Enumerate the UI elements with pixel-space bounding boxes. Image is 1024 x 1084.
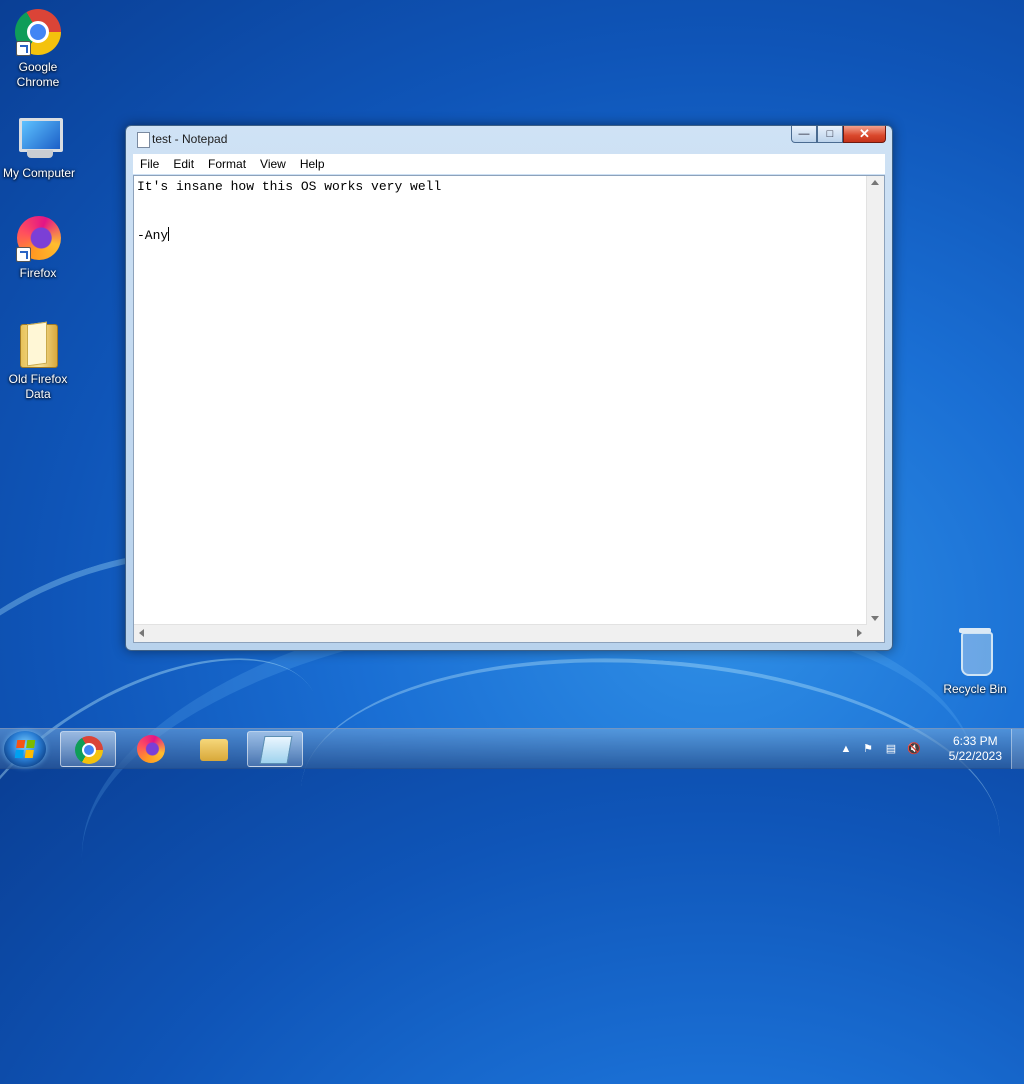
taskbar-file-explorer[interactable]: [186, 731, 242, 767]
taskbar: ▲ ⚑ ▤ 🔇 6:33 PM 5/22/2023: [0, 728, 1024, 769]
clock[interactable]: 6:33 PM 5/22/2023: [949, 734, 1002, 764]
window-titlebar[interactable]: test - Notepad — □ ✕: [126, 126, 892, 154]
desktop-icon-label: Recycle Bin: [943, 682, 1007, 696]
desktop-icon-my-computer[interactable]: My Computer: [0, 112, 79, 181]
computer-icon: [13, 112, 65, 164]
text-caret: [168, 227, 170, 241]
show-desktop-button[interactable]: [1011, 729, 1024, 769]
shortcut-arrow-icon: [16, 41, 31, 56]
horizontal-scrollbar[interactable]: [134, 624, 867, 642]
menu-format[interactable]: Format: [201, 157, 253, 171]
notepad-icon: [259, 736, 293, 764]
taskbar-firefox[interactable]: [123, 731, 179, 767]
folder-icon: [200, 739, 228, 761]
scroll-left-arrow-icon[interactable]: [139, 629, 144, 637]
desktop-icon-label: My Computer: [2, 166, 76, 180]
desktop-icon-label: Old Firefox Data: [8, 372, 68, 401]
text-area[interactable]: It's insane how this OS works very well …: [134, 176, 867, 625]
desktop-icon-recycle-bin[interactable]: Recycle Bin: [935, 628, 1015, 697]
maximize-icon: □: [826, 128, 834, 140]
text-line-2: -Any: [137, 228, 169, 243]
firefox-icon: [137, 735, 165, 763]
start-button[interactable]: [4, 731, 46, 767]
window-title: test - Notepad: [152, 132, 228, 146]
firefox-icon: [12, 212, 64, 264]
menu-help[interactable]: Help: [293, 157, 332, 171]
desktop-icon-firefox[interactable]: Firefox: [0, 212, 78, 281]
chrome-icon: [75, 736, 103, 764]
minimize-icon: —: [798, 128, 810, 140]
notepad-icon: [137, 132, 150, 148]
taskbar-notepad[interactable]: [247, 731, 303, 767]
network-icon[interactable]: ▤: [883, 741, 899, 757]
maximize-button[interactable]: □: [817, 126, 843, 143]
scroll-up-arrow-icon[interactable]: [871, 180, 879, 185]
scroll-down-arrow-icon[interactable]: [871, 616, 879, 621]
clock-date: 5/22/2023: [948, 749, 1002, 763]
desktop-icon-google-chrome[interactable]: Google Chrome: [0, 6, 78, 90]
notepad-window[interactable]: test - Notepad — □ ✕ File Edit Format Vi…: [125, 125, 893, 651]
volume-muted-icon[interactable]: 🔇: [906, 741, 922, 757]
desktop-icon-old-firefox-data[interactable]: Old Firefox Data: [0, 318, 78, 402]
clock-time: 6:33 PM: [952, 734, 998, 748]
show-hidden-icons-chevron-icon[interactable]: ▲: [838, 741, 854, 757]
menu-file[interactable]: File: [133, 157, 166, 171]
desktop-icon-label: Firefox: [19, 266, 57, 280]
close-button[interactable]: ✕: [843, 126, 886, 143]
windows-logo-icon: [14, 740, 36, 758]
menu-edit[interactable]: Edit: [166, 157, 201, 171]
taskbar-chrome[interactable]: [60, 731, 116, 767]
text-editor[interactable]: It's insane how this OS works very well …: [133, 175, 885, 643]
text-line-1: It's insane how this OS works very well: [137, 179, 442, 194]
chrome-icon: [12, 6, 64, 58]
size-grip[interactable]: [867, 625, 884, 642]
shortcut-arrow-icon: [16, 247, 31, 262]
desktop-icon-label: Google Chrome: [16, 60, 60, 89]
action-center-flag-icon[interactable]: ⚑: [860, 741, 876, 757]
system-tray: ▲ ⚑ ▤ 🔇 6:33 PM 5/22/2023: [838, 729, 1024, 769]
menu-bar: File Edit Format View Help: [133, 154, 885, 174]
scroll-right-arrow-icon[interactable]: [857, 629, 862, 637]
folder-icon: [12, 318, 64, 370]
close-icon: ✕: [859, 126, 870, 141]
menu-view[interactable]: View: [253, 157, 293, 171]
recycle-bin-icon: [949, 628, 1001, 680]
minimize-button[interactable]: —: [791, 126, 817, 143]
vertical-scrollbar[interactable]: [866, 176, 884, 625]
